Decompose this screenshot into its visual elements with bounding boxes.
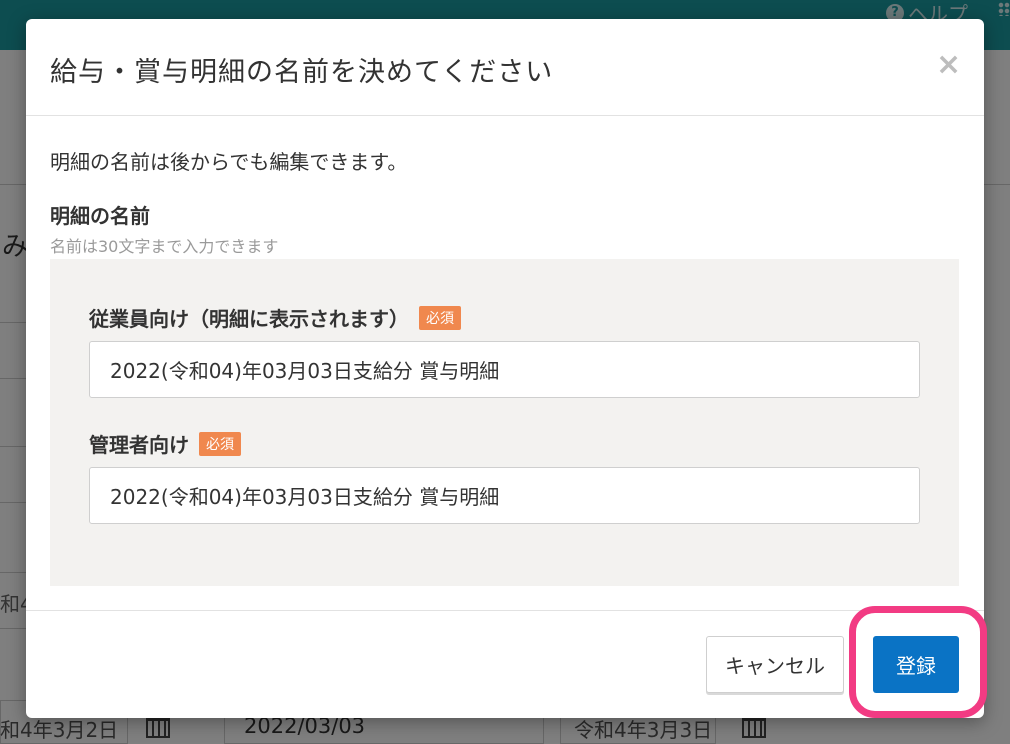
admin-name-input[interactable]	[89, 467, 920, 524]
required-badge: 必須	[419, 305, 461, 330]
employee-name-input[interactable]	[89, 341, 920, 398]
dialog-description: 明細の名前は後からでも編集できます。	[50, 150, 408, 174]
name-form: 従業員向け（明細に表示されます） 必須 管理者向け 必須	[50, 259, 959, 586]
name-statement-dialog: 給与・賞与明細の名前を決めてください × 明細の名前は後からでも編集できます。 …	[26, 19, 984, 718]
cancel-button[interactable]: キャンセル	[706, 636, 844, 693]
field-label-text: 従業員向け（明細に表示されます）	[89, 307, 409, 331]
close-icon[interactable]: ×	[936, 50, 961, 80]
section-hint: 名前は30文字まで入力できます	[50, 237, 279, 256]
required-badge: 必須	[199, 431, 241, 456]
register-button[interactable]: 登録	[873, 636, 959, 693]
admin-name-label: 管理者向け 必須	[89, 429, 241, 458]
dialog-title: 給与・賞与明細の名前を決めてください	[50, 57, 554, 88]
employee-name-label: 従業員向け（明細に表示されます） 必須	[89, 303, 461, 332]
section-title: 明細の名前	[50, 204, 150, 228]
field-label-text: 管理者向け	[89, 433, 189, 457]
dialog-header: 給与・賞与明細の名前を決めてください ×	[26, 19, 984, 116]
